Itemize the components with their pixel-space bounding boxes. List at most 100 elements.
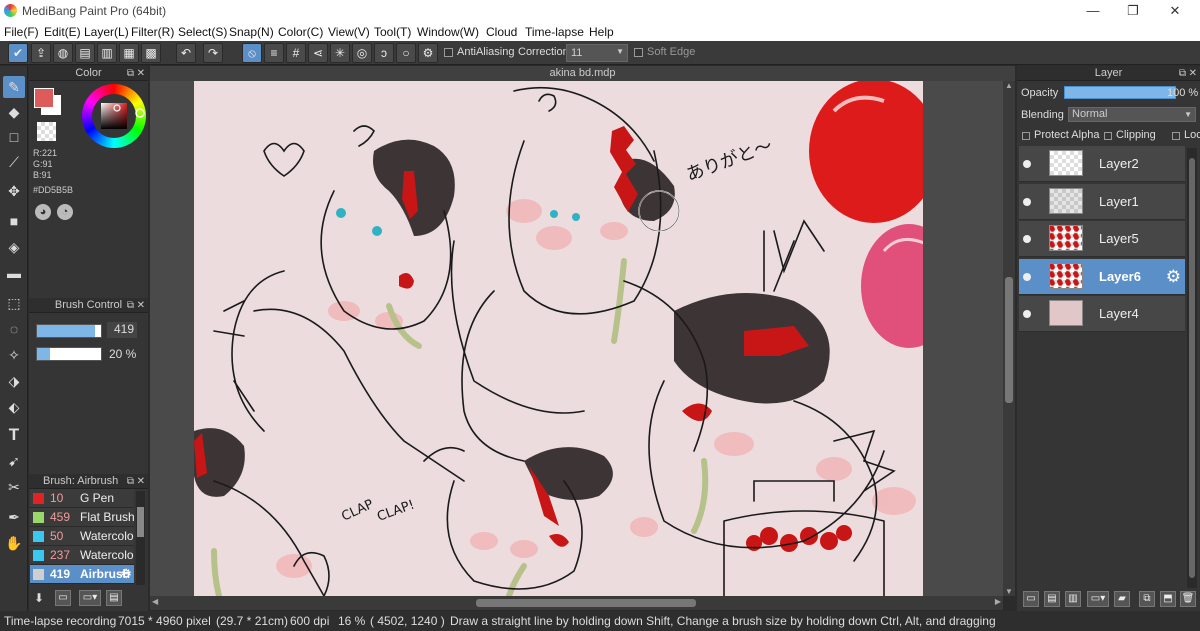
brush-tool-icon[interactable]: ✎ xyxy=(3,76,25,98)
scroll-right-icon[interactable]: ▶ xyxy=(995,597,1001,606)
panel-close-icon[interactable]: ✕ xyxy=(137,66,145,81)
parallel-snap-icon[interactable]: ≡ xyxy=(264,43,284,63)
menu-file[interactable]: File(F) xyxy=(4,25,39,39)
lock-checkbox[interactable] xyxy=(1172,132,1180,140)
layer-item[interactable]: Layer2 xyxy=(1019,146,1185,182)
hand-tool-icon[interactable]: ✋ xyxy=(3,532,25,554)
brush-size-slider[interactable] xyxy=(36,324,102,338)
delete-layer-icon[interactable]: 🗑 xyxy=(1180,591,1196,607)
layer-settings-gear-icon[interactable]: ⚙ xyxy=(1166,267,1181,287)
panel-float-icon[interactable]: ⧉ xyxy=(127,66,134,81)
document-icon[interactable]: ▤ xyxy=(75,43,95,63)
menu-snap[interactable]: Snap(N) xyxy=(229,25,274,39)
menu-timelapse[interactable]: Time-lapse xyxy=(525,25,584,39)
menu-tool[interactable]: Tool(T) xyxy=(374,25,411,39)
palette-add-icon[interactable]: ◔ xyxy=(57,204,73,220)
brush-list-item[interactable]: 419 Airbrush ⚙ xyxy=(30,565,134,584)
menu-cloud[interactable]: Cloud xyxy=(486,25,517,39)
menu-color[interactable]: Color(C) xyxy=(278,25,323,39)
cross-snap-icon[interactable]: # xyxy=(286,43,306,63)
soft-edge-checkbox[interactable] xyxy=(634,48,643,57)
brush-list-item[interactable]: 237 Watercolor xyxy=(30,546,134,565)
drawing-canvas[interactable]: ありがと～ CLAP CLAP! xyxy=(194,81,923,596)
panel-float-icon[interactable]: ⧉ xyxy=(127,474,134,489)
dot-tool-icon[interactable]: □ xyxy=(3,126,25,148)
vertical-scroll-thumb[interactable] xyxy=(1005,277,1013,403)
menu-edit[interactable]: Edit(E) xyxy=(44,25,81,39)
brush-opacity-slider[interactable] xyxy=(36,347,102,361)
menu-layer[interactable]: Layer(L) xyxy=(84,25,129,39)
close-button[interactable]: ✕ xyxy=(1160,2,1190,20)
snap-settings-icon[interactable]: ⚙ xyxy=(418,43,438,63)
snap-off-icon[interactable]: ⦸ xyxy=(242,43,262,63)
lasso-tool-icon[interactable]: ◌ xyxy=(3,318,25,340)
menu-help[interactable]: Help xyxy=(589,25,614,39)
brush-size-value[interactable]: 419 xyxy=(107,322,137,338)
radial-snap-icon[interactable]: ✳ xyxy=(330,43,350,63)
redo-icon[interactable]: ↷ xyxy=(203,43,223,63)
bucket-tool-icon[interactable]: ◈ xyxy=(3,236,25,258)
scroll-up-icon[interactable]: ▲ xyxy=(1005,81,1013,90)
select-pen-tool-icon[interactable]: ⬗ xyxy=(3,370,25,392)
blending-select[interactable]: Normal ▼ xyxy=(1068,107,1196,122)
text-tool-icon[interactable]: T xyxy=(3,424,25,446)
magic-wand-tool-icon[interactable]: ✧ xyxy=(3,344,25,366)
menu-select[interactable]: Select(S) xyxy=(178,25,227,39)
brush-list-scrollbar[interactable] xyxy=(136,491,145,585)
transparent-color-swatch[interactable] xyxy=(37,122,56,141)
layer-visibility-icon[interactable] xyxy=(1023,160,1031,168)
protect-alpha-checkbox[interactable] xyxy=(1022,132,1030,140)
palette-icon[interactable]: ◕ xyxy=(35,204,51,220)
new-brush-icon[interactable]: ▭ xyxy=(55,590,71,606)
new-halftone-layer-icon[interactable]: ▤ xyxy=(1044,591,1060,607)
eyedropper-tool-icon[interactable]: ✒ xyxy=(3,506,25,528)
curve-snap-icon[interactable]: ↄ xyxy=(374,43,394,63)
brush-settings-gear-icon[interactable]: ⚙ xyxy=(120,566,132,582)
layer-visibility-icon[interactable] xyxy=(1023,235,1031,243)
layer-visibility-icon[interactable] xyxy=(1023,197,1031,206)
fill-shape-tool-icon[interactable]: ■ xyxy=(3,210,25,232)
select-tool-icon[interactable]: ⬚ xyxy=(3,292,25,314)
new-layer-icon[interactable]: ▭ xyxy=(1023,591,1039,607)
layer-item[interactable]: Layer1 xyxy=(1019,183,1185,220)
eraser-tool-icon[interactable]: ◆ xyxy=(3,101,25,123)
layer-visibility-icon[interactable] xyxy=(1023,272,1031,281)
move-tool-icon[interactable]: ✥ xyxy=(3,180,25,202)
panel-close-icon[interactable]: ✕ xyxy=(137,474,145,489)
select-eraser-tool-icon[interactable]: ⬖ xyxy=(3,396,25,418)
layers-settings-icon[interactable]: ▦ xyxy=(119,43,139,63)
scroll-left-icon[interactable]: ◀ xyxy=(152,597,158,606)
vanishing-snap-icon[interactable]: ⋖ xyxy=(308,43,328,63)
correction-select[interactable]: 11 ▼ xyxy=(566,44,628,62)
operation-tool-icon[interactable]: ➹ xyxy=(3,450,25,472)
maximize-button[interactable]: ❐ xyxy=(1118,2,1148,20)
menu-view[interactable]: View(V) xyxy=(328,25,370,39)
duplicate-layer-icon[interactable]: ⧉ xyxy=(1139,591,1155,607)
panel-float-icon[interactable]: ⧉ xyxy=(1179,66,1186,81)
horizontal-scroll-thumb[interactable] xyxy=(476,599,696,607)
add-layer-menu-icon[interactable]: ▭▾ xyxy=(1087,591,1109,607)
line-tool-icon[interactable]: ⟋ xyxy=(3,151,25,173)
cloud-save-icon[interactable]: ✔ xyxy=(8,43,28,63)
page-icon[interactable]: ▥ xyxy=(97,43,117,63)
concentric-snap-icon[interactable]: ◎ xyxy=(352,43,372,63)
panel-float-icon[interactable]: ⧉ xyxy=(127,298,134,313)
merge-layer-icon[interactable]: ⬒ xyxy=(1160,591,1176,607)
new-1bit-layer-icon[interactable]: ▥ xyxy=(1065,591,1081,607)
gradient-tool-icon[interactable]: ▬ xyxy=(3,262,25,284)
menu-filter[interactable]: Filter(R) xyxy=(131,25,174,39)
brush-download-icon[interactable]: ⬇ xyxy=(34,591,48,605)
undo-icon[interactable]: ↶ xyxy=(176,43,196,63)
minimize-button[interactable]: — xyxy=(1078,2,1108,20)
layer-item[interactable]: Layer6 ⚙ xyxy=(1019,258,1185,295)
canvas-vertical-scrollbar[interactable]: ▲ ▼ xyxy=(1003,81,1015,596)
panel-close-icon[interactable]: ✕ xyxy=(1189,66,1197,81)
antialiasing-checkbox[interactable] xyxy=(444,48,453,57)
chat-icon[interactable]: ◍ xyxy=(53,43,73,63)
brush-list-item[interactable]: 459 Flat Brush xyxy=(30,508,134,527)
color-wheel[interactable] xyxy=(82,84,146,148)
share-icon[interactable]: ⇪ xyxy=(31,43,51,63)
scroll-down-icon[interactable]: ▼ xyxy=(1005,587,1013,596)
layer-opacity-slider[interactable] xyxy=(1064,86,1176,99)
clipping-checkbox[interactable] xyxy=(1104,132,1112,140)
